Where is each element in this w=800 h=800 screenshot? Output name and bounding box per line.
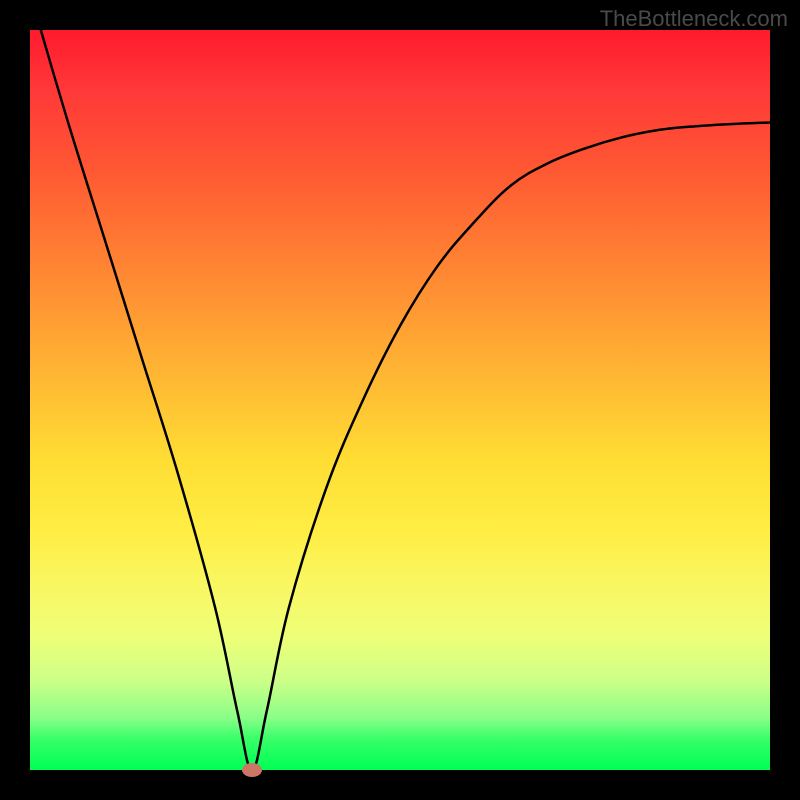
watermark-text: TheBottleneck.com bbox=[600, 6, 788, 32]
minimum-marker bbox=[242, 763, 262, 777]
bottleneck-curve bbox=[30, 30, 770, 770]
chart-background bbox=[30, 30, 770, 770]
